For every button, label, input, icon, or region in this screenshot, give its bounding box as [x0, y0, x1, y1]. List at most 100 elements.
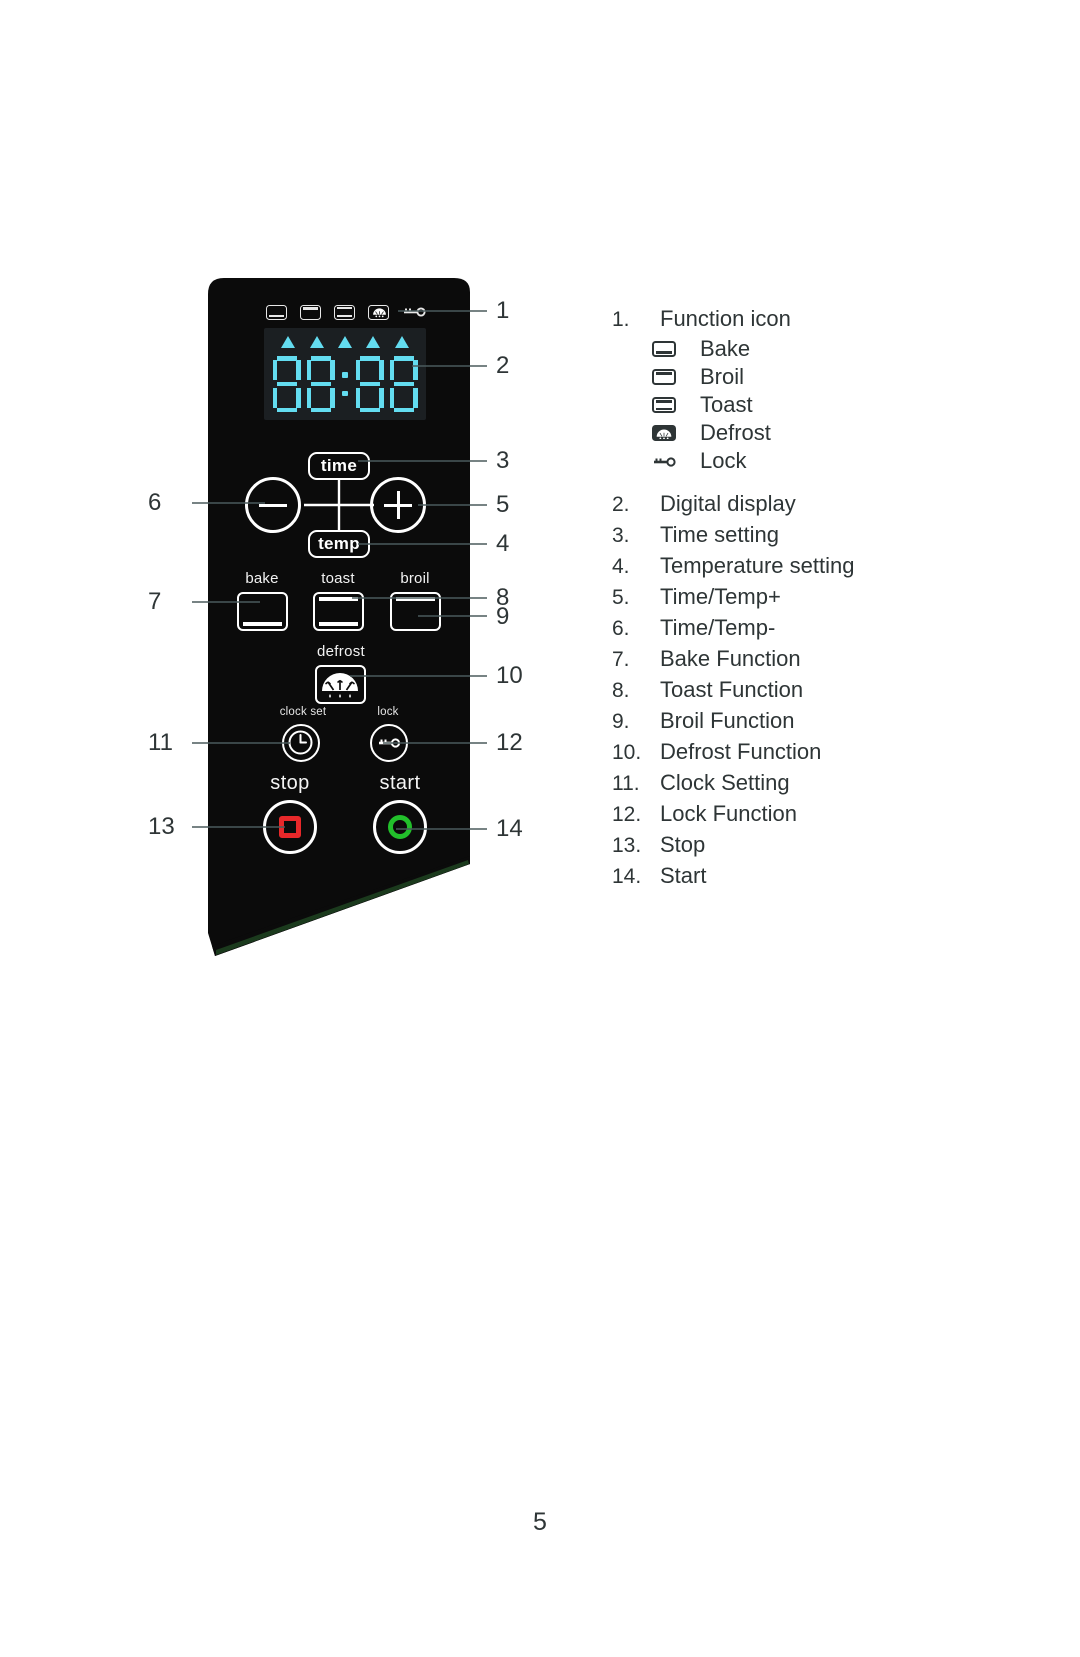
callout-5: 5 — [496, 491, 510, 518]
legend-label: Lock Function — [660, 801, 797, 826]
start-circle-icon — [388, 815, 412, 839]
legend-label: Clock Setting — [660, 770, 790, 795]
legend-item-12: 12. Lock Function — [612, 799, 1032, 830]
lock-icon — [652, 453, 676, 469]
callout-9: 9 — [496, 603, 510, 630]
time-pill[interactable]: time — [308, 452, 370, 480]
start-label: start — [379, 772, 421, 794]
callout-6: 6 — [148, 489, 162, 516]
callout-3: 3 — [496, 447, 510, 474]
function-icon-row-toast: Toast — [652, 391, 1032, 419]
legend-item-2: 2. Digital display — [612, 489, 1032, 520]
display-digit-1 — [272, 356, 301, 412]
defrost-icon — [652, 425, 676, 441]
legend-label: Start — [660, 863, 707, 888]
legend-items-2-14: 2. Digital display 3. Time setting 4. Te… — [612, 489, 1032, 892]
legend-item-8: 8. Toast Function — [612, 675, 1032, 706]
minus-button[interactable] — [245, 477, 301, 533]
control-panel-illustration: time temp bake toast broil defrost clock… — [208, 278, 470, 956]
broil-icon-label: Broil — [700, 364, 745, 389]
legend-number: 10. — [612, 741, 642, 764]
legend-number: 14. — [612, 865, 642, 888]
bake-indicator-icon — [266, 304, 287, 320]
legend-label: Defrost Function — [660, 739, 822, 764]
bake-button[interactable] — [237, 592, 288, 631]
legend-item-4: 4. Temperature setting — [612, 551, 1032, 582]
digital-display — [264, 328, 426, 420]
toast-label: toast — [321, 570, 355, 587]
clock-set-button[interactable] — [282, 724, 320, 762]
triangle-indicator — [337, 336, 352, 348]
callout-12: 12 — [496, 729, 523, 756]
legend-label: Broil Function — [660, 708, 795, 733]
legend-label: Time setting — [660, 522, 780, 547]
function-icon-sublist: Bake Broil Toast Defrost Lock — [612, 335, 1032, 475]
stop-button[interactable] — [263, 800, 317, 854]
legend-number: 3. — [612, 524, 630, 547]
triangle-indicator — [281, 336, 296, 348]
display-colon — [341, 364, 350, 404]
legend-number: 8. — [612, 679, 630, 702]
key-lock-icon — [379, 738, 401, 748]
defrost-button[interactable] — [315, 665, 366, 704]
function-icon-row-bake: Bake — [652, 335, 1032, 363]
clock-icon — [288, 730, 313, 755]
bake-icon-label: Bake — [700, 336, 751, 361]
display-digit-2 — [306, 356, 335, 412]
legend-label: Function icon — [660, 306, 791, 331]
seven-segment-digits — [272, 354, 418, 414]
start-button[interactable] — [373, 800, 427, 854]
legend-label: Time/Temp- — [660, 615, 776, 640]
stop-square-icon — [279, 816, 301, 838]
broil-button[interactable] — [390, 592, 441, 631]
function-icon-row-lock: Lock — [652, 447, 1032, 475]
triangle-indicator — [309, 336, 324, 348]
callout-11: 11 — [148, 729, 173, 756]
legend-item-11: 11. Clock Setting — [612, 768, 1032, 799]
page-number: 5 — [533, 1508, 547, 1536]
defrost-icon-label: Defrost — [700, 420, 771, 445]
display-digit-4 — [389, 356, 418, 412]
indicator-icon-row — [266, 302, 426, 322]
bake-icon — [652, 341, 676, 357]
legend-item-6: 6. Time/Temp- — [612, 613, 1032, 644]
legend-number: 6. — [612, 617, 630, 640]
temp-pill[interactable]: temp — [308, 530, 370, 558]
legend-number: 5. — [612, 586, 630, 609]
defrost-indicator-icon — [368, 304, 389, 320]
legend-label: Toast Function — [660, 677, 804, 702]
triangle-indicator — [366, 336, 381, 348]
callout-4: 4 — [496, 530, 510, 557]
legend-item-1: 1. Function icon — [612, 304, 1032, 335]
function-icon-row-broil: Broil — [652, 363, 1032, 391]
legend-item-3: 3. Time setting — [612, 520, 1032, 551]
legend-item-7: 7. Bake Function — [612, 644, 1032, 675]
callout-2: 2 — [496, 352, 510, 379]
legend-number: 12. — [612, 803, 642, 826]
legend-number: 4. — [612, 555, 630, 578]
callout-10: 10 — [496, 662, 523, 689]
broil-icon — [652, 369, 676, 385]
plus-button[interactable] — [370, 477, 426, 533]
legend-number: 11. — [612, 772, 640, 795]
toast-icon — [652, 397, 676, 413]
broil-label: broil — [400, 570, 430, 587]
triangle-indicator — [394, 336, 409, 348]
toast-button[interactable] — [313, 592, 364, 631]
clock-set-label: clock set — [279, 706, 327, 718]
legend-number: 9. — [612, 710, 630, 733]
lock-label: lock — [377, 706, 399, 718]
lock-button[interactable] — [370, 724, 408, 762]
legend-number: 13. — [612, 834, 642, 857]
function-icon-row-defrost: Defrost — [652, 419, 1032, 447]
toast-icon-label: Toast — [700, 392, 753, 417]
legend-number: 7. — [612, 648, 630, 671]
defrost-icon — [322, 673, 358, 698]
legend-label: Temperature setting — [660, 553, 855, 578]
legend-label: Time/Temp+ — [660, 584, 781, 609]
display-digit-3 — [355, 356, 384, 412]
display-triangle-indicators — [264, 336, 426, 350]
legend-item-5: 5. Time/Temp+ — [612, 582, 1032, 613]
legend-number: 1. — [612, 308, 630, 331]
legend-item-13: 13. Stop — [612, 830, 1032, 861]
